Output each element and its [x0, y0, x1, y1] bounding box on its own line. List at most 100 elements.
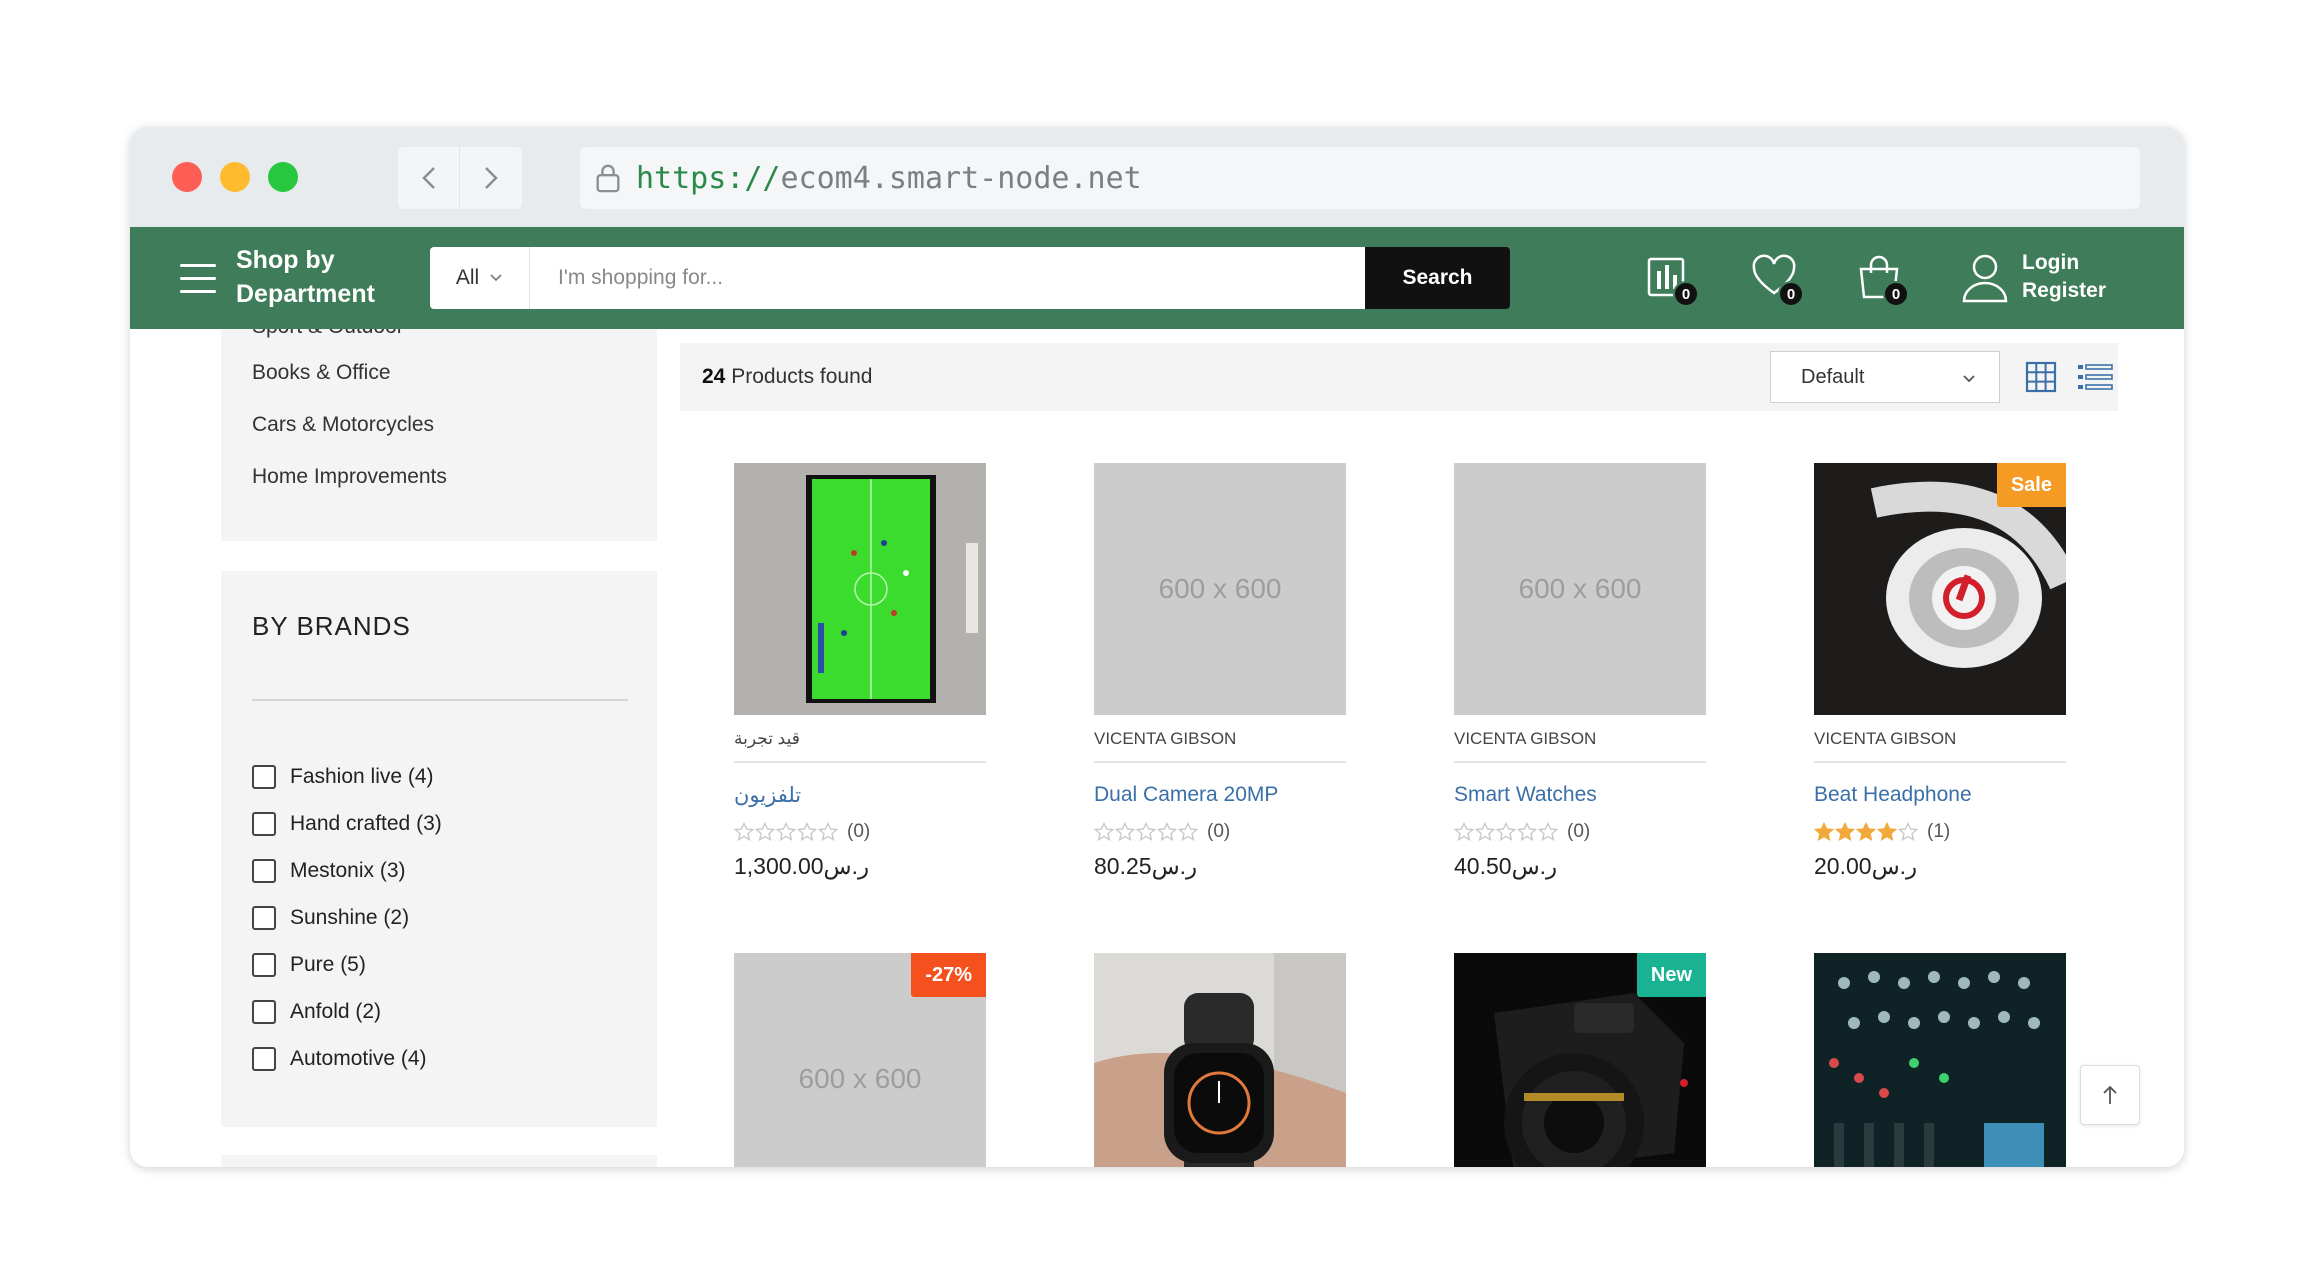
star-icon — [1835, 822, 1855, 842]
product-vendor[interactable]: VICENTA GIBSON — [1814, 729, 1956, 749]
brand-option[interactable]: Anfold (2) — [252, 1000, 381, 1024]
product-price: 80.25ر.س — [1094, 853, 1198, 879]
rating-stars — [1814, 822, 1919, 842]
account-links: Login Register — [2022, 249, 2106, 305]
product-price: 40.50ر.س — [1454, 853, 1558, 879]
checkbox[interactable] — [252, 859, 276, 883]
checkbox[interactable] — [252, 1047, 276, 1071]
placeholder-text: 600 x 600 — [1158, 573, 1282, 604]
category-select-value: All — [455, 266, 480, 289]
category-item-cut[interactable]: Sport & Outdoor — [252, 329, 404, 339]
brand-option[interactable]: Sunshine (2) — [252, 906, 409, 930]
star-icon — [1496, 822, 1516, 842]
category-item-cars-motorcycles[interactable]: Cars & Motorcycles — [252, 413, 434, 437]
review-count: (0) — [1207, 821, 1231, 842]
product-title[interactable]: Beat Headphone — [1814, 783, 1972, 807]
product-image[interactable]: Sale — [1814, 463, 2066, 715]
scroll-to-top-button[interactable] — [2080, 1065, 2140, 1125]
checkbox[interactable] — [252, 765, 276, 789]
arrow-up-icon — [2103, 1085, 2117, 1104]
product-image[interactable] — [1094, 953, 1346, 1167]
nav-buttons — [398, 147, 522, 209]
forward-button[interactable] — [460, 147, 522, 209]
product-vendor[interactable]: VICENTA GIBSON — [1454, 729, 1596, 749]
maximize-window-button[interactable] — [268, 162, 298, 192]
products-found-label: Products found — [731, 365, 873, 388]
rating-stars — [1094, 822, 1199, 842]
site-header: Shop by Department All Search 0 0 0 L — [130, 227, 2184, 329]
grid-view-icon[interactable] — [2025, 361, 2057, 393]
sort-select[interactable]: Default — [1770, 351, 2000, 403]
address-bar[interactable]: https://ecom4.smart-node.net — [580, 147, 2140, 209]
product-image[interactable]: New — [1454, 953, 1706, 1167]
star-icon — [1157, 822, 1177, 842]
star-icon — [734, 822, 754, 842]
star-icon — [797, 822, 817, 842]
cart-button[interactable]: 0 — [1855, 253, 1909, 307]
product-image[interactable]: 600 x 600 — [1454, 463, 1706, 715]
brand-option[interactable]: Mestonix (3) — [252, 859, 406, 883]
star-icon — [1538, 822, 1558, 842]
tv-football-image — [734, 463, 986, 715]
shop-by-department[interactable]: Shop by Department — [236, 243, 375, 311]
star-icon — [1136, 822, 1156, 842]
user-account-button[interactable] — [1960, 251, 2010, 305]
product-vendor[interactable]: قيد تجربة — [734, 729, 800, 749]
lock-icon — [596, 164, 620, 193]
category-filter: Sport & Outdoor Books & Office Cars & Mo… — [221, 329, 657, 541]
products-count: 24 — [702, 365, 726, 388]
category-select[interactable]: All — [430, 247, 530, 309]
product-vendor[interactable]: VICENTA GIBSON — [1094, 729, 1236, 749]
divider — [1814, 761, 2066, 763]
minimize-window-button[interactable] — [220, 162, 250, 192]
sort-value: Default — [1801, 365, 1865, 388]
checkbox[interactable] — [252, 1000, 276, 1024]
brand-option[interactable]: Hand crafted (3) — [252, 812, 442, 836]
review-count: (0) — [1567, 821, 1591, 842]
product-price: 20.00ر.س — [1814, 853, 1918, 879]
list-view-icon[interactable] — [2076, 361, 2114, 393]
rating-stars — [734, 822, 839, 842]
product-rating: (0) — [1454, 821, 1590, 843]
checkbox[interactable] — [252, 906, 276, 930]
product-image[interactable]: 600 x 600 — [1094, 463, 1346, 715]
close-window-button[interactable] — [172, 162, 202, 192]
register-link[interactable]: Register — [2022, 277, 2106, 305]
compare-count-badge: 0 — [1673, 281, 1699, 307]
user-icon — [1962, 254, 2008, 303]
sale-badge: Sale — [1996, 463, 2066, 507]
brand-option[interactable]: Automotive (4) — [252, 1047, 427, 1071]
product-title[interactable]: تلفزيون — [734, 783, 801, 808]
compare-button[interactable]: 0 — [1645, 253, 1699, 307]
brand-label: Pure (5) — [290, 953, 366, 976]
category-item-home-improvements[interactable]: Home Improvements — [252, 465, 447, 489]
star-icon — [1094, 822, 1114, 842]
star-icon — [776, 822, 796, 842]
star-icon — [1454, 822, 1474, 842]
brand-label: Fashion live (4) — [290, 765, 434, 788]
star-icon — [1517, 822, 1537, 842]
wishlist-count-badge: 0 — [1778, 281, 1804, 307]
review-count: (1) — [1927, 821, 1951, 842]
brand-option[interactable]: Fashion live (4) — [252, 765, 434, 789]
product-image[interactable]: 600 x 600 -27% — [734, 953, 986, 1167]
search-input[interactable] — [530, 247, 1365, 309]
product-image[interactable] — [734, 463, 986, 715]
star-icon — [1877, 822, 1897, 842]
checkbox[interactable] — [252, 812, 276, 836]
login-link[interactable]: Login — [2022, 249, 2106, 277]
department-line2: Department — [236, 280, 375, 308]
wishlist-button[interactable]: 0 — [1750, 253, 1804, 307]
checkbox[interactable] — [252, 953, 276, 977]
brand-option[interactable]: Pure (5) — [252, 953, 366, 977]
product-title[interactable]: Smart Watches — [1454, 783, 1597, 807]
product-rating: (1) — [1814, 821, 1950, 843]
search-button[interactable]: Search — [1365, 247, 1510, 309]
star-icon — [1115, 822, 1135, 842]
category-item-books-office[interactable]: Books & Office — [252, 361, 391, 385]
product-image[interactable] — [1814, 953, 2066, 1167]
product-price: 1,300.00ر.س — [734, 853, 870, 879]
product-title[interactable]: Dual Camera 20MP — [1094, 783, 1278, 807]
menu-icon[interactable] — [180, 264, 216, 294]
back-button[interactable] — [398, 147, 460, 209]
